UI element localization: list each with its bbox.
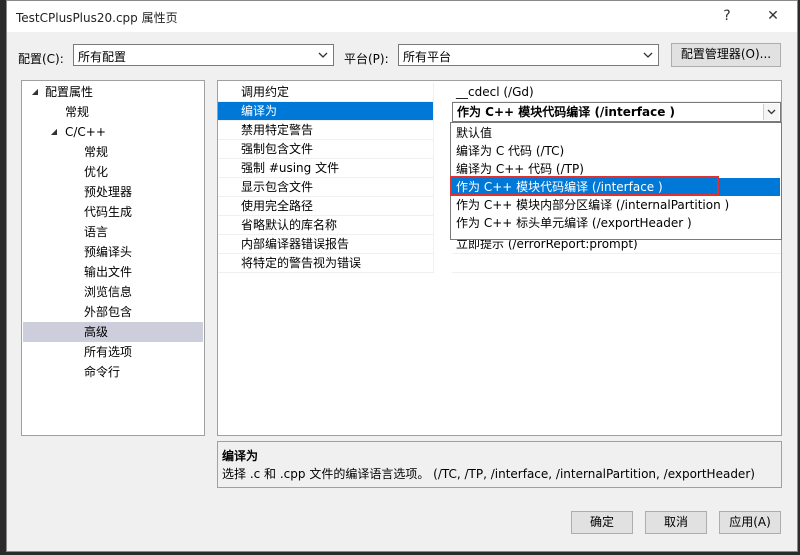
- tree-item-preprocessor[interactable]: 预处理器: [23, 182, 203, 202]
- settings-tree: ◢ 配置属性 常规 ◢ C/C++ 常规 优化 预处理器 代码生成 语言 预编译…: [21, 80, 205, 436]
- window-title: TestCPlusPlus20.cpp 属性页: [16, 11, 178, 25]
- property-name: 使用完全路径: [218, 197, 434, 216]
- tree-item-label: 语言: [84, 225, 109, 239]
- tree-item-label: 外部包含: [84, 305, 133, 319]
- tree-item-language[interactable]: 语言: [23, 222, 203, 242]
- tree-item-advanced[interactable]: 高级: [23, 322, 203, 342]
- property-name: 强制包含文件: [218, 140, 434, 159]
- dropdown-option[interactable]: 编译为 C 代码 (/TC): [452, 142, 780, 160]
- chevron-down-icon[interactable]: [763, 104, 779, 120]
- tree-item-label: 输出文件: [84, 265, 133, 279]
- dropdown-option-selected[interactable]: 作为 C++ 模块代码编译 (/interface ): [450, 176, 780, 196]
- tree-item-external-includes[interactable]: 外部包含: [23, 302, 203, 322]
- platform-select[interactable]: 所有平台: [398, 44, 659, 66]
- tree-item-label: 浏览信息: [84, 285, 133, 299]
- tree-item-cpp-general[interactable]: 常规: [23, 142, 203, 162]
- collapse-caret-icon[interactable]: ◢: [49, 122, 59, 142]
- property-value: [452, 254, 781, 273]
- description-text: 选择 .c 和 .cpp 文件的编译语言选项。 (/TC, /TP, /inte…: [222, 467, 755, 481]
- tree-item-label: 所有选项: [84, 345, 133, 359]
- config-manager-button[interactable]: 配置管理器(O)...: [671, 43, 781, 67]
- chevron-down-icon: [643, 52, 653, 58]
- tree-item-label: 预处理器: [84, 185, 133, 199]
- property-name: 显示包含文件: [218, 178, 434, 197]
- dropdown-option[interactable]: 作为 C++ 标头单元编译 (/exportHeader ): [452, 214, 780, 232]
- ok-button[interactable]: 确定: [571, 511, 633, 534]
- tree-item-label: 高级: [84, 325, 109, 339]
- tree-item-label: 代码生成: [84, 205, 133, 219]
- tree-item-optimization[interactable]: 优化: [23, 162, 203, 182]
- property-name: 禁用特定警告: [218, 121, 434, 140]
- tree-item-label: 优化: [84, 165, 109, 179]
- tree-item-code-generation[interactable]: 代码生成: [23, 202, 203, 222]
- property-name: 调用约定: [218, 83, 434, 102]
- dropdown-option[interactable]: 作为 C++ 模块内部分区编译 (/internalPartition ): [452, 196, 780, 214]
- close-button[interactable]: ✕: [759, 5, 787, 27]
- property-name: 内部编译器错误报告: [218, 235, 434, 254]
- tree-item-config-properties[interactable]: ◢ 配置属性: [23, 82, 203, 102]
- property-name: 编译为: [218, 102, 434, 121]
- property-pages-dialog: TestCPlusPlus20.cpp 属性页 ? ✕ 配置(C): 所有配置 …: [6, 0, 798, 552]
- description-title: 编译为: [222, 449, 259, 463]
- property-value: 作为 C++ 模块代码编译 (/interface ): [457, 105, 675, 119]
- highlight-box: [450, 176, 719, 196]
- config-label: 配置(C):: [18, 52, 64, 66]
- tree-item-command-line[interactable]: 命令行: [23, 362, 203, 382]
- tree-item-output-files[interactable]: 输出文件: [23, 262, 203, 282]
- cancel-button[interactable]: 取消: [645, 511, 707, 534]
- dropdown-option[interactable]: 默认值: [452, 124, 780, 142]
- tree-item-browse-info[interactable]: 浏览信息: [23, 282, 203, 302]
- platform-label: 平台(P):: [344, 52, 389, 66]
- tree-item-label: 预编译头: [84, 245, 133, 259]
- tree-item-precompiled-headers[interactable]: 预编译头: [23, 242, 203, 262]
- compile-as-dropdown-list: 默认值 编译为 C 代码 (/TC) 编译为 C++ 代码 (/TP) 作为 C…: [450, 122, 782, 240]
- description-panel: 编译为 选择 .c 和 .cpp 文件的编译语言选项。 (/TC, /TP, /…: [217, 441, 782, 488]
- property-name: 强制 #using 文件: [218, 159, 434, 178]
- property-name: 将特定的警告视为错误: [218, 254, 434, 273]
- tree-item-label: 配置属性: [45, 85, 94, 99]
- property-row[interactable]: 将特定的警告视为错误: [218, 254, 781, 273]
- property-value: __cdecl (/Gd): [452, 83, 781, 102]
- tree-item-general[interactable]: 常规: [23, 102, 203, 122]
- chevron-down-icon: [318, 52, 328, 58]
- tree-item-label: C/C++: [65, 125, 106, 139]
- tree-item-label: 命令行: [84, 365, 121, 379]
- tree-item-label: 常规: [84, 145, 109, 159]
- title-bar: TestCPlusPlus20.cpp 属性页 ? ✕: [7, 1, 797, 32]
- tree-item-all-options[interactable]: 所有选项: [23, 342, 203, 362]
- config-select-value: 所有配置: [78, 50, 127, 64]
- config-select[interactable]: 所有配置: [73, 44, 334, 66]
- apply-button[interactable]: 应用(A): [719, 511, 781, 534]
- help-button[interactable]: ?: [713, 5, 741, 27]
- collapse-caret-icon[interactable]: ◢: [30, 82, 40, 102]
- property-row-compile-as[interactable]: 编译为 作为 C++ 模块代码编译 (/interface ): [218, 102, 781, 122]
- platform-select-value: 所有平台: [403, 50, 452, 64]
- tree-item-cpp[interactable]: ◢ C/C++: [23, 122, 203, 142]
- property-row[interactable]: 调用约定 __cdecl (/Gd): [218, 83, 781, 102]
- tree-item-label: 常规: [65, 105, 90, 119]
- property-value-combo[interactable]: 作为 C++ 模块代码编译 (/interface ): [452, 102, 781, 122]
- property-name: 省略默认的库名称: [218, 216, 434, 235]
